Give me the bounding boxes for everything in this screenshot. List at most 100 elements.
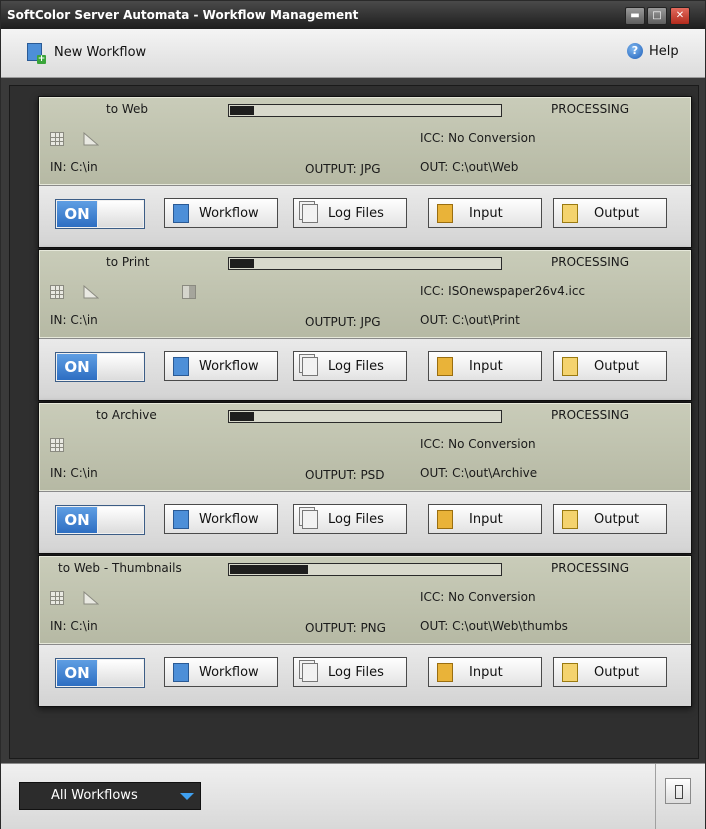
input-button-label: Input: [469, 511, 503, 527]
on-off-toggle[interactable]: ON: [55, 199, 145, 229]
input-path: IN: C:\in: [50, 313, 98, 327]
log-files-icon: [302, 509, 318, 529]
progress-bar: [228, 104, 502, 117]
triangle-icon: [83, 285, 99, 299]
workflow-icon: [173, 356, 189, 376]
new-document-icon: +: [27, 43, 46, 64]
on-off-toggle[interactable]: ON: [55, 352, 145, 382]
workflow-name: to Web: [106, 102, 149, 116]
toggle-knob: [98, 354, 143, 380]
input-path: IN: C:\in: [50, 466, 98, 480]
grid-icon: [50, 132, 64, 146]
help-icon: ?: [627, 43, 643, 59]
input-icon: [437, 203, 453, 223]
workflow-card: to Archive PROCESSING ICC: No Conversion…: [38, 402, 692, 554]
output-format: OUTPUT: JPG: [305, 162, 381, 176]
workflow-button-label: Workflow: [199, 205, 259, 221]
toggle-knob: [98, 660, 143, 686]
output-button[interactable]: Output: [553, 657, 667, 687]
output-button[interactable]: Output: [553, 504, 667, 534]
grid-icon: [50, 591, 64, 605]
workflow-button[interactable]: Workflow: [164, 657, 278, 687]
chevron-down-icon: [180, 793, 194, 800]
workflow-button-label: Workflow: [199, 511, 259, 527]
help-label: Help: [649, 43, 679, 59]
workflow-button[interactable]: Workflow: [164, 351, 278, 381]
progress-fill: [230, 106, 254, 115]
log-files-button[interactable]: Log Files: [293, 657, 407, 687]
on-off-toggle[interactable]: ON: [55, 505, 145, 535]
workflow-list: to Web PROCESSING ICC: No Conversion IN:…: [9, 85, 699, 759]
workflow-info: to Print PROCESSING ICC: ISOnewspaper26v…: [39, 250, 691, 338]
title-bar[interactable]: SoftColor Server Automata - Workflow Man…: [1, 1, 705, 29]
input-button-label: Input: [469, 664, 503, 680]
triangle-icon: [83, 591, 99, 605]
input-button[interactable]: Input: [428, 198, 542, 228]
minimize-icon[interactable]: ▬: [625, 7, 645, 25]
triangle-icon: [83, 132, 99, 146]
split-icon: [182, 285, 196, 299]
close-icon[interactable]: ✕: [670, 7, 690, 25]
input-icon: [437, 356, 453, 376]
new-workflow-label: New Workflow: [54, 44, 147, 60]
progress-bar: [228, 257, 502, 270]
workflow-button-label: Workflow: [199, 358, 259, 374]
log-files-icon: [302, 356, 318, 376]
maximize-icon[interactable]: □: [647, 7, 667, 25]
output-format: OUTPUT: PNG: [305, 621, 386, 635]
new-workflow-button[interactable]: + New Workflow: [27, 43, 147, 64]
log-files-button[interactable]: Log Files: [293, 504, 407, 534]
workflow-info: to Web PROCESSING ICC: No Conversion IN:…: [39, 97, 691, 185]
panel-icon: [675, 785, 683, 799]
workflow-actions: ON Workflow Log Files Input Output: [39, 185, 691, 247]
input-icon: [437, 662, 453, 682]
input-button[interactable]: Input: [428, 351, 542, 381]
panel-toggle-button[interactable]: [665, 778, 691, 804]
workflow-filter-dropdown[interactable]: All Workflows: [19, 782, 201, 810]
input-button-label: Input: [469, 205, 503, 221]
workflow-button[interactable]: Workflow: [164, 504, 278, 534]
output-format: OUTPUT: PSD: [305, 468, 385, 482]
help-button[interactable]: ? Help: [627, 43, 679, 59]
progress-bar: [228, 410, 502, 423]
workflow-actions: ON Workflow Log Files Input Output: [39, 491, 691, 553]
input-button[interactable]: Input: [428, 657, 542, 687]
input-button-label: Input: [469, 358, 503, 374]
output-path: OUT: C:\out\Web: [420, 160, 519, 174]
progress-bar: [228, 563, 502, 576]
output-button[interactable]: Output: [553, 198, 667, 228]
workflow-icon: [173, 203, 189, 223]
icc-text: ICC: No Conversion: [420, 590, 536, 604]
log-files-button[interactable]: Log Files: [293, 198, 407, 228]
output-path: OUT: C:\out\Print: [420, 313, 520, 327]
workflow-button-label: Workflow: [199, 664, 259, 680]
input-button[interactable]: Input: [428, 504, 542, 534]
toggle-knob: [98, 201, 143, 227]
output-button-label: Output: [594, 358, 640, 374]
workflow-button[interactable]: Workflow: [164, 198, 278, 228]
on-off-toggle[interactable]: ON: [55, 658, 145, 688]
grid-icon: [50, 438, 64, 452]
output-button-label: Output: [594, 664, 640, 680]
output-icon: [562, 662, 578, 682]
workflow-name: to Print: [106, 255, 150, 269]
output-path: OUT: C:\out\Web\thumbs: [420, 619, 568, 633]
workflow-info: to Web - Thumbnails PROCESSING ICC: No C…: [39, 556, 691, 644]
workflow-icon: [173, 509, 189, 529]
output-icon: [562, 203, 578, 223]
log-files-button[interactable]: Log Files: [293, 351, 407, 381]
toolbar: + New Workflow ? Help: [1, 29, 705, 78]
progress-fill: [230, 412, 254, 421]
log-files-button-label: Log Files: [328, 205, 384, 221]
output-icon: [562, 509, 578, 529]
output-button[interactable]: Output: [553, 351, 667, 381]
progress-fill: [230, 259, 254, 268]
toggle-label: ON: [57, 660, 97, 686]
icc-text: ICC: ISOnewspaper26v4.icc: [420, 284, 586, 298]
workflow-card: to Web - Thumbnails PROCESSING ICC: No C…: [38, 555, 692, 707]
status-bar-divider: [655, 764, 656, 829]
workflow-info: to Archive PROCESSING ICC: No Conversion…: [39, 403, 691, 491]
output-format: OUTPUT: JPG: [305, 315, 381, 329]
status-text: PROCESSING: [551, 102, 630, 116]
workflow-icon: [173, 662, 189, 682]
